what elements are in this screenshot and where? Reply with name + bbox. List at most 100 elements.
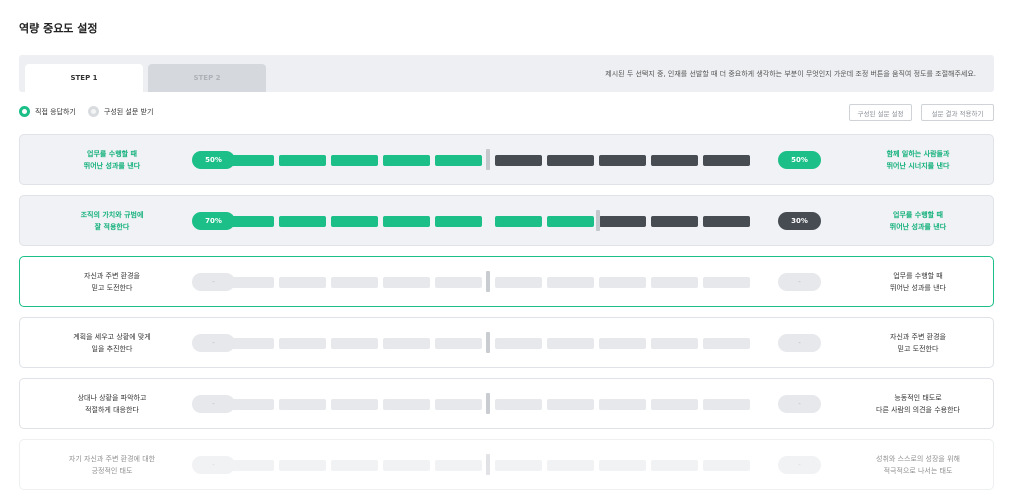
scale-segment[interactable] [703,399,750,410]
scale-segment[interactable] [651,399,698,410]
scale-segment[interactable] [651,216,698,227]
scale-segment[interactable] [495,338,542,349]
instruction-text: 제시된 두 선택지 중, 인재를 선발할 때 더 중요하게 생각하는 부분이 무… [605,70,976,78]
scale-segment[interactable] [547,277,594,288]
scale-segment[interactable] [227,399,274,410]
scale-segment[interactable] [651,338,698,349]
radio-label: 직접 응답하기 [35,107,76,116]
preset-survey-button[interactable]: 구성된 설문 설정 [849,104,912,121]
scale-segment[interactable] [495,216,542,227]
scale-segment[interactable] [435,338,482,349]
left-option-label: 계획을 세우고 상황에 맞게 일을 추진한다 [73,332,151,353]
competency-row[interactable]: 자기 자신과 주변 환경에 대한 긍정적인 태도 - - 성취와 스스로의 성장을 위… [19,439,994,490]
scale-segment[interactable] [547,460,594,471]
scale-segment[interactable] [383,216,430,227]
left-option-label: 자기 자신과 주변 환경에 대한 긍정적인 태도 [68,454,156,475]
competency-row[interactable]: 자신과 주변 환경을 믿고 도전한다 - - 업무를 수행할 때 뛰어난 성과를 낸다 [19,256,994,307]
scale-segment[interactable] [703,155,750,166]
tab-step-1[interactable]: STEP 1 [25,64,143,92]
radio-preset-survey[interactable]: 구성된 설문 받기 [87,106,154,117]
scale-segment[interactable] [331,460,378,471]
scale-segment[interactable] [651,155,698,166]
right-option-label: 함께 일하는 사람들과 뛰어난 시너지를 낸다 [886,149,950,170]
scale-segment[interactable] [227,338,274,349]
right-option-label: 업무를 수행할 때 뛰어난 성과를 낸다 [890,271,946,292]
adjust-handle[interactable] [486,149,490,170]
right-value-badge: - [778,395,821,413]
scale-segment[interactable] [651,277,698,288]
scale-segment[interactable] [599,277,646,288]
scale-segment[interactable] [331,277,378,288]
right-value-badge: - [778,456,821,474]
right-value-badge: - [778,334,821,352]
scale-segment[interactable] [227,277,274,288]
adjust-handle[interactable] [486,332,490,353]
step-tabbar: STEP 1 STEP 2 제시된 두 선택지 중, 인재를 선발할 때 더 중… [19,55,994,92]
scale-segment[interactable] [435,216,482,227]
apply-survey-result-button[interactable]: 설문 결과 적용하기 [921,104,994,121]
radio-unchecked-icon [87,106,99,117]
adjust-handle[interactable] [486,454,490,475]
left-option-label: 자신과 주변 환경을 믿고 도전한다 [84,271,140,292]
scale-segment[interactable] [227,460,274,471]
scale-segment[interactable] [279,216,326,227]
scale-segment[interactable] [331,338,378,349]
scale-segment[interactable] [547,216,594,227]
scale-segment[interactable] [547,399,594,410]
mode-radio-group: 직접 응답하기 구성된 설문 받기 [19,106,165,117]
scale-segment[interactable] [383,155,430,166]
scale-segment[interactable] [279,338,326,349]
right-value-badge: 30% [778,212,821,230]
right-option-label: 자신과 주변 환경을 믿고 도전한다 [890,332,946,353]
scale-segment[interactable] [435,399,482,410]
radio-checked-icon [19,106,30,117]
scale-segment[interactable] [703,216,750,227]
scale-segment[interactable] [331,155,378,166]
scale-segment[interactable] [279,399,326,410]
right-value-badge: 50% [778,151,821,169]
tab-step-2[interactable]: STEP 2 [148,64,266,92]
scale-segment[interactable] [599,338,646,349]
scale-segment[interactable] [279,155,326,166]
scale-segment[interactable] [599,460,646,471]
adjust-handle[interactable] [486,393,490,414]
adjust-handle[interactable] [486,271,490,292]
scale-segment[interactable] [599,399,646,410]
scale-segment[interactable] [495,277,542,288]
scale-segment[interactable] [435,155,482,166]
scale-segment[interactable] [383,338,430,349]
scale-segment[interactable] [703,460,750,471]
radio-direct-answer[interactable]: 직접 응답하기 [19,106,76,117]
scale-segment[interactable] [331,216,378,227]
scale-segment[interactable] [651,460,698,471]
scale-segment[interactable] [279,277,326,288]
scale-segment[interactable] [279,460,326,471]
scale-segment[interactable] [495,460,542,471]
competency-row[interactable]: 조직의 가치와 규범에 잘 적용한다 70% 30% 업무를 수행할 때 뛰어난 성과… [19,195,994,246]
competency-row[interactable]: 상대나 상황을 파악하고 적절하게 대응한다 - - 능동적인 태도로 다른 사람의 … [19,378,994,429]
scale-segment[interactable] [599,216,646,227]
scale-segment[interactable] [435,277,482,288]
left-option-label: 업무를 수행할 때 뛰어난 성과를 낸다 [83,149,141,170]
adjust-handle[interactable] [596,210,600,231]
scale-segment[interactable] [435,460,482,471]
scale-segment[interactable] [495,399,542,410]
scale-segment[interactable] [227,155,274,166]
scale-segment[interactable] [383,277,430,288]
scale-segment[interactable] [383,460,430,471]
scale-segment[interactable] [331,399,378,410]
competency-row[interactable]: 업무를 수행할 때 뛰어난 성과를 낸다 50% 50% 함께 일하는 사람들과 뛰어… [19,134,994,185]
scale-segment[interactable] [547,338,594,349]
scale-segment[interactable] [547,155,594,166]
page-title: 역량 중요도 설정 [19,22,98,35]
radio-label: 구성된 설문 받기 [103,107,154,116]
right-value-badge: - [778,273,821,291]
right-option-label: 능동적인 태도로 다른 사람의 의견을 수용한다 [876,393,960,414]
scale-segment[interactable] [703,338,750,349]
scale-segment[interactable] [227,216,274,227]
scale-segment[interactable] [383,399,430,410]
scale-segment[interactable] [599,155,646,166]
scale-segment[interactable] [495,155,542,166]
scale-segment[interactable] [703,277,750,288]
competency-row[interactable]: 계획을 세우고 상황에 맞게 일을 추진한다 - - 자신과 주변 환경을 믿고 도전… [19,317,994,368]
